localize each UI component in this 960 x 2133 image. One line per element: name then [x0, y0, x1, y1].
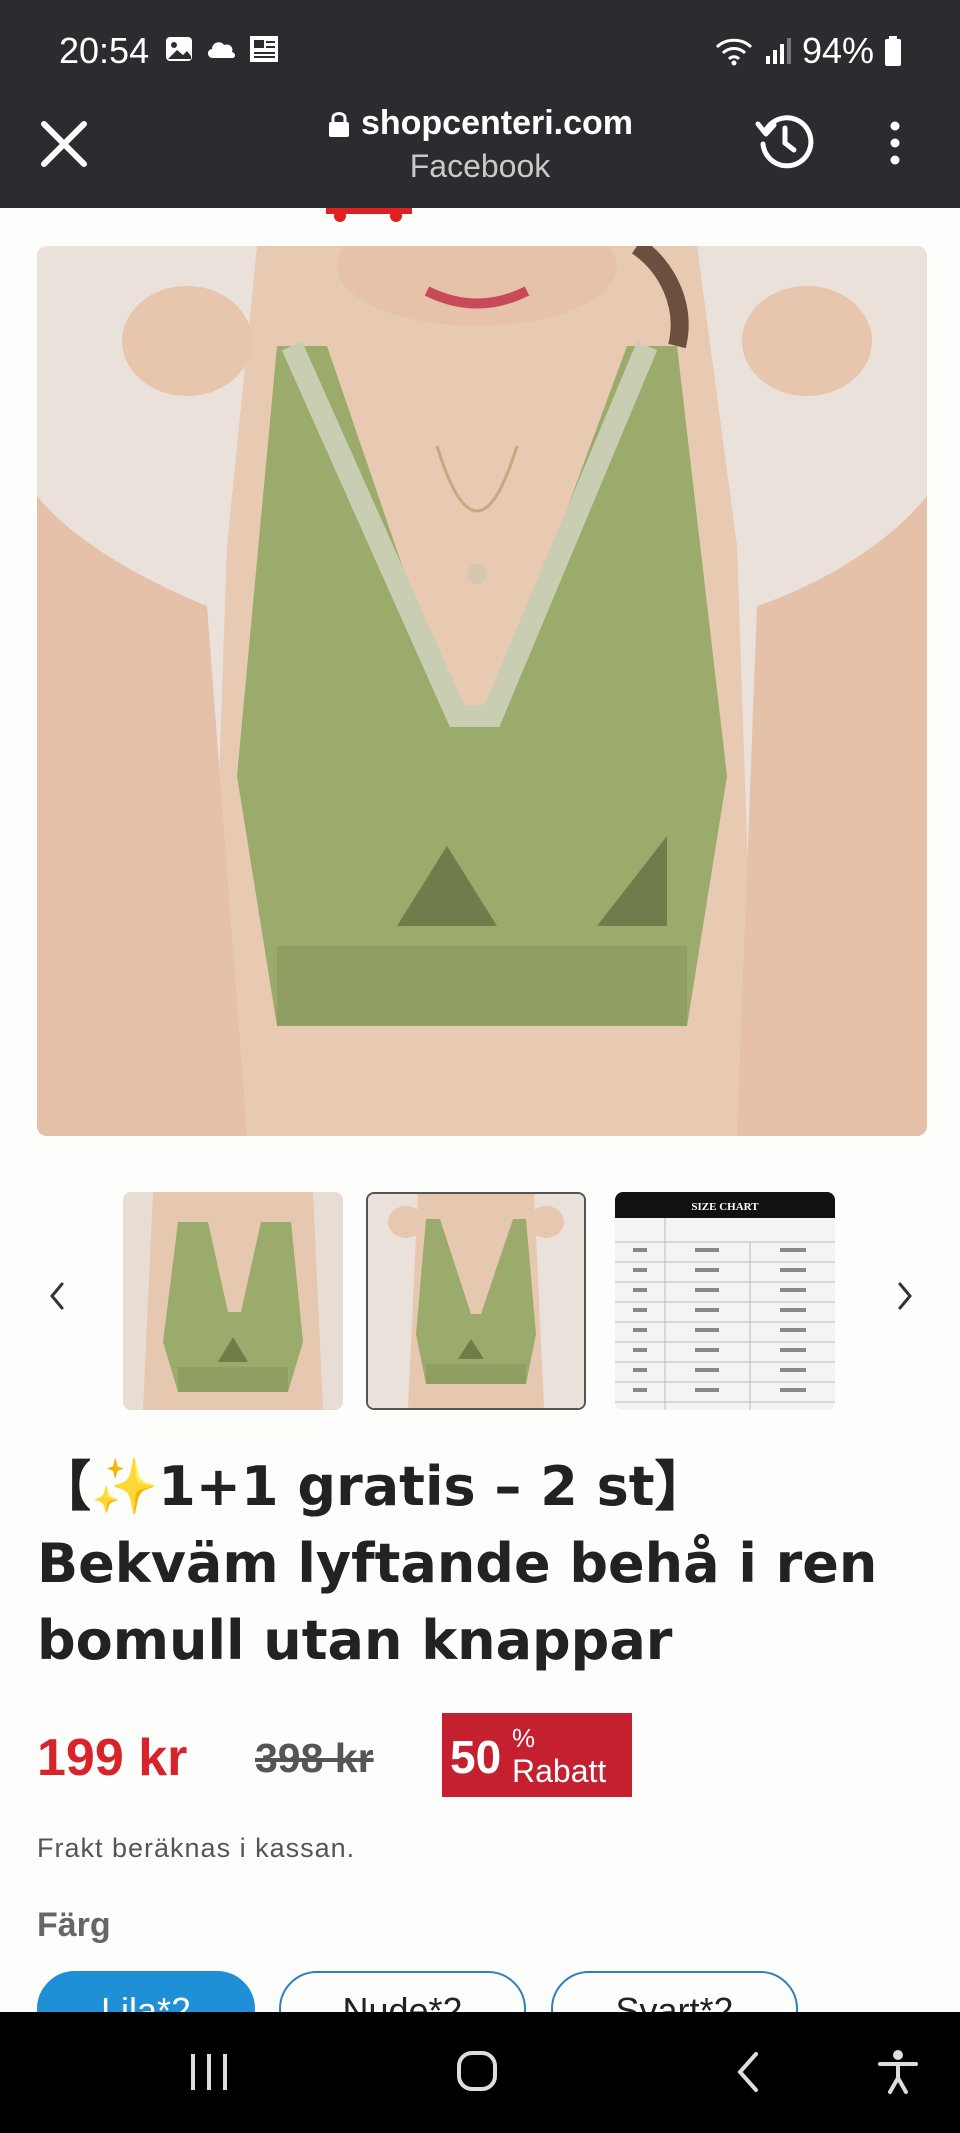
- svg-text:SIZE CHART: SIZE CHART: [691, 1201, 759, 1213]
- wifi-icon: [715, 38, 752, 66]
- url-subtitle: Facebook: [409, 147, 551, 184]
- shipping-note: Frakt beräknas i kassan.: [37, 1833, 356, 1863]
- cloud-icon: [207, 42, 235, 58]
- cart-icon: [326, 208, 412, 222]
- back-icon[interactable]: [732, 2048, 762, 2096]
- variant-option-nude[interactable]: Nude*2: [279, 1971, 526, 2012]
- system-navigation-bar: [0, 2012, 960, 2133]
- color-label: Färg: [37, 1906, 111, 1944]
- browser-toolbar: shopcenteri.com Facebook: [0, 104, 960, 208]
- discount-badge: 50 % Rabatt: [442, 1713, 632, 1797]
- status-bar: 20:54 94%: [0, 0, 960, 104]
- main-product-image[interactable]: [37, 246, 927, 1136]
- price-row: 199 kr 398 kr 50 % Rabatt: [37, 1713, 937, 1797]
- product-photo: [37, 246, 927, 1136]
- url-text: shopcenteri.com: [360, 104, 634, 142]
- thumbnail-carousel: SIZE CHART: [0, 1184, 960, 1410]
- newspaper-icon: [250, 36, 278, 62]
- status-right-icons: 94%: [714, 30, 902, 72]
- status-time: 20:54: [59, 30, 150, 71]
- discount-label: Rabatt: [512, 1753, 607, 1789]
- thumbnail-lifted-straps-view[interactable]: [366, 1192, 586, 1410]
- product-title-line: bomull utan knappar: [37, 1609, 673, 1672]
- variant-option-svart[interactable]: Svart*2: [551, 1971, 798, 2012]
- original-price: 398 kr: [255, 1735, 374, 1781]
- variant-option-lila[interactable]: Lila*2: [37, 1971, 255, 2012]
- thumbnail-image: [368, 1194, 584, 1408]
- product-title-line: Bekväm lyftande behå i ren: [37, 1532, 878, 1595]
- thumbnail-image: [123, 1192, 343, 1410]
- battery-percent: 94%: [801, 30, 874, 71]
- gallery-icon: [166, 37, 192, 61]
- signal-icon: [765, 38, 791, 64]
- history-icon[interactable]: [754, 110, 816, 172]
- home-icon[interactable]: [456, 2048, 498, 2096]
- product-title: 【✨1+1 gratis – 2 st】 Bekväm lyftande beh…: [37, 1448, 917, 1679]
- product-title-line: 【✨1+1 gratis – 2 st】: [37, 1455, 709, 1518]
- url-area[interactable]: shopcenteri.com Facebook: [0, 104, 960, 185]
- more-options-icon[interactable]: [880, 118, 910, 168]
- discount-percent: %: [512, 1723, 536, 1753]
- chevron-left-icon[interactable]: [42, 1276, 72, 1316]
- url-display[interactable]: shopcenteri.com: [327, 104, 633, 143]
- lock-icon: [328, 111, 349, 137]
- thumbnail-size-chart[interactable]: SIZE CHART: [615, 1192, 835, 1410]
- status-notification-icons: [164, 34, 280, 64]
- chevron-right-icon[interactable]: [890, 1276, 920, 1316]
- battery-icon: [885, 36, 901, 66]
- product-page: SIZE CHART 【✨1+1 gratis – 2 st】 Bekväm l…: [0, 208, 960, 2012]
- thumbnail-front-view[interactable]: [123, 1192, 343, 1410]
- accessibility-icon[interactable]: [876, 2048, 920, 2096]
- discount-number: 50: [450, 1731, 502, 1783]
- recent-apps-icon[interactable]: [188, 2048, 230, 2096]
- size-chart-image: SIZE CHART: [615, 1192, 835, 1410]
- sale-price: 199 kr: [37, 1729, 188, 1787]
